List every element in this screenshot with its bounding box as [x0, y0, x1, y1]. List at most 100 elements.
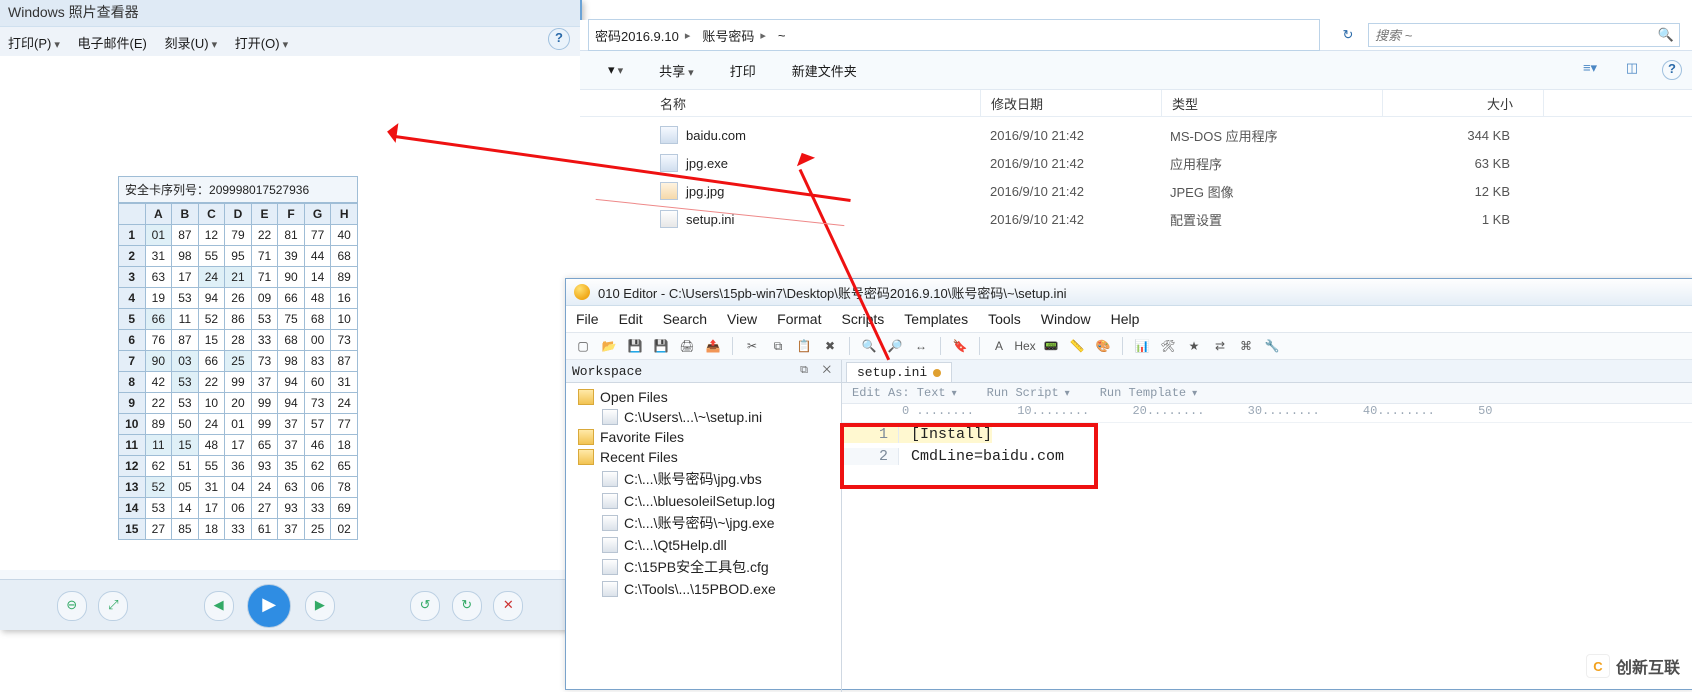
wrench-icon[interactable]: 🔧 — [1261, 335, 1283, 357]
menu-scripts[interactable]: Scripts — [841, 311, 884, 327]
list-view-icon[interactable]: ≡▾ — [1578, 60, 1602, 80]
runtemplate-dropdown[interactable]: Run Template — [1100, 386, 1197, 400]
col-header: F — [278, 204, 305, 225]
cell: 73 — [251, 351, 278, 372]
file-row[interactable]: baidu.com2016/9/10 21:42MS-DOS 应用程序344 K… — [580, 121, 1692, 149]
hex-Hex-icon[interactable]: Hex — [1014, 335, 1036, 357]
bookmark-icon[interactable]: 🔖 — [949, 335, 971, 357]
search-icon[interactable]: 🔍 — [1653, 27, 1679, 43]
toolbar-item[interactable]: ▾ — [608, 62, 623, 78]
tree-file[interactable]: C:\...\账号密码\~\jpg.exe — [568, 511, 839, 535]
help-icon[interactable]: ? — [1662, 60, 1682, 80]
new-icon[interactable]: ▢ — [572, 335, 594, 357]
tree-folder[interactable]: Favorite Files — [568, 427, 839, 447]
cell: 98 — [172, 246, 199, 267]
chart-icon[interactable]: 📊 — [1131, 335, 1153, 357]
col-date-header[interactable]: 修改日期 — [981, 90, 1162, 116]
template-icon[interactable]: ⌘ — [1235, 335, 1257, 357]
print-icon[interactable]: 🖨 — [676, 335, 698, 357]
rotate-ccw-icon[interactable]: ↺ — [410, 591, 440, 621]
cell: 94 — [198, 288, 225, 309]
ruler-icon[interactable]: 📏 — [1066, 335, 1088, 357]
cell: 60 — [304, 372, 331, 393]
menu-format[interactable]: Format — [777, 311, 821, 327]
tree-file[interactable]: C:\Tools\...\15PBOD.exe — [568, 579, 839, 599]
editor-tabs: setup.ini — [842, 360, 1692, 383]
saveall-icon[interactable]: 💾 — [650, 335, 672, 357]
col-name-header[interactable]: 名称 — [650, 90, 981, 116]
open-icon[interactable]: 📂 — [598, 335, 620, 357]
cell: 00 — [304, 330, 331, 351]
menu-tools[interactable]: Tools — [988, 311, 1021, 327]
toolbar-print[interactable]: 打印 — [730, 61, 756, 80]
search-input[interactable] — [1369, 28, 1653, 43]
breadcrumb-segment[interactable]: ~ — [772, 20, 798, 50]
toolbar-separator — [849, 337, 850, 355]
cut-icon[interactable]: ✂ — [741, 335, 763, 357]
cell: 66 — [278, 288, 305, 309]
delete-icon[interactable]: ✕ — [493, 591, 523, 621]
palette-icon[interactable]: 🎨 — [1092, 335, 1114, 357]
export-icon[interactable]: 📤 — [702, 335, 724, 357]
tab-setup-ini[interactable]: setup.ini — [846, 362, 952, 382]
breadcrumb-segment[interactable]: 密码2016.9.10 — [589, 20, 696, 50]
runscript-dropdown[interactable]: Run Script — [987, 386, 1070, 400]
paste-icon[interactable]: 📋 — [793, 335, 815, 357]
file-name: baidu.com — [686, 128, 746, 143]
next-icon[interactable]: ▶ — [305, 591, 335, 621]
workspace-panel-buttons[interactable]: ⧉ ✕ — [800, 365, 835, 377]
file-row[interactable]: jpg.exe2016/9/10 21:42应用程序63 KB — [580, 149, 1692, 177]
rotate-cw-icon[interactable]: ↻ — [452, 591, 482, 621]
zoom-out-icon[interactable]: ⊖ — [57, 591, 87, 621]
tree-file[interactable]: C:\15PB安全工具包.cfg — [568, 555, 839, 579]
replace-icon[interactable]: ↔ — [910, 335, 932, 357]
explorer-search[interactable]: 🔍 — [1368, 23, 1680, 47]
A-icon[interactable]: A — [988, 335, 1010, 357]
bookmark2-icon[interactable]: ★ — [1183, 335, 1205, 357]
editas-dropdown[interactable]: Edit As: Text — [852, 386, 957, 400]
row-header: 9 — [119, 393, 146, 414]
toolbar-share[interactable]: 共享 — [659, 61, 694, 80]
col-type-header[interactable]: 类型 — [1162, 90, 1383, 116]
delete-icon[interactable]: ✖ — [819, 335, 841, 357]
menu-edit[interactable]: Edit — [619, 311, 643, 327]
refresh-icon[interactable]: ↻ — [1328, 27, 1368, 43]
cell: 90 — [145, 351, 172, 372]
toolbar-separator — [979, 337, 980, 355]
col-size-header[interactable]: 大小 — [1383, 90, 1544, 116]
preview-pane-icon[interactable]: ◫ — [1620, 60, 1644, 80]
menu-file[interactable]: File — [576, 311, 599, 327]
cell: 53 — [172, 393, 199, 414]
zoom-fit-icon[interactable]: ⤢ — [98, 591, 128, 621]
tree-file[interactable]: C:\Users\...\~\setup.ini — [568, 407, 839, 427]
save-icon[interactable]: 💾 — [624, 335, 646, 357]
cell: 65 — [331, 456, 358, 477]
breadcrumb[interactable]: 密码2016.9.10账号密码~ — [588, 19, 1320, 51]
tree-file[interactable]: C:\...\bluesoleilSetup.log — [568, 491, 839, 511]
tree-file[interactable]: C:\...\Qt5Help.dll — [568, 535, 839, 555]
file-size: 1 KB — [1380, 212, 1540, 227]
file-row[interactable]: setup.ini2016/9/10 21:42配置设置1 KB — [580, 205, 1692, 233]
copy-icon[interactable]: ⧉ — [767, 335, 789, 357]
menu-help[interactable]: Help — [1111, 311, 1140, 327]
menu-view[interactable]: View — [727, 311, 757, 327]
tree-folder[interactable]: Open Files — [568, 387, 839, 407]
file-row[interactable]: jpg.jpg2016/9/10 21:42JPEG 图像12 KB — [580, 177, 1692, 205]
menu-window[interactable]: Window — [1041, 311, 1091, 327]
cell: 42 — [145, 372, 172, 393]
cell: 55 — [198, 246, 225, 267]
compare-icon[interactable]: ⇄ — [1209, 335, 1231, 357]
menu-search[interactable]: Search — [663, 311, 707, 327]
tools-icon[interactable]: 🛠 — [1157, 335, 1179, 357]
play-icon[interactable]: ▶ — [247, 584, 291, 628]
breadcrumb-segment[interactable]: 账号密码 — [696, 20, 772, 50]
prev-icon[interactable]: ◀ — [204, 591, 234, 621]
tree-file[interactable]: C:\...\账号密码\jpg.vbs — [568, 467, 839, 491]
tree-folder[interactable]: Recent Files — [568, 447, 839, 467]
menu-templates[interactable]: Templates — [904, 311, 968, 327]
cell: 95 — [225, 246, 252, 267]
help-icon[interactable]: ? — [548, 28, 570, 50]
calc-icon[interactable]: 📟 — [1040, 335, 1062, 357]
toolbar-newfolder[interactable]: 新建文件夹 — [792, 61, 857, 80]
cell: 15 — [172, 435, 199, 456]
